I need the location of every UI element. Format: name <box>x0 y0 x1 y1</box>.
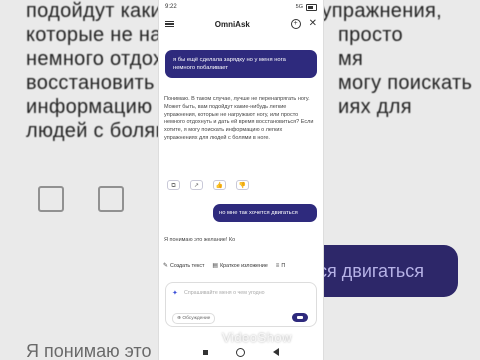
bg-line: немного отдох <box>26 48 164 70</box>
new-chat-icon[interactable]: + <box>290 19 301 29</box>
bg-copy-icon <box>38 186 64 212</box>
copy-icon[interactable]: ⧉ <box>167 180 180 190</box>
battery-icon <box>306 3 317 11</box>
send-icon <box>297 316 303 319</box>
chip-label: Краткое изложение <box>220 262 268 269</box>
hamburger-menu-icon[interactable] <box>165 20 174 28</box>
message-input[interactable]: Спрашивайте меня о чем угодно <box>184 290 265 296</box>
status-icons: 5G <box>295 3 317 11</box>
send-button[interactable] <box>292 313 308 322</box>
assistant-typing-message: Я понимаю это желание! Ко <box>164 237 236 243</box>
search-chip-label: Обсуждение <box>182 316 211 321</box>
message-input-box[interactable]: ✦ Спрашивайте меня о чем угодно ⊕ Обсужд… <box>165 282 317 327</box>
bg-line: людей с болям <box>26 120 170 142</box>
bg-line-right: мя <box>338 48 364 70</box>
signal-indicator: 5G <box>295 4 303 10</box>
user-message: но мне так хочется двигаться <box>213 204 317 222</box>
message-actions: ⧉ ↗ 👍 👎 <box>167 180 249 190</box>
chip-label: Создать текст <box>170 262 205 269</box>
nav-back-icon[interactable] <box>273 348 279 356</box>
bg-bottom-text: Я понимаю это <box>26 341 152 360</box>
status-time: 9:22 <box>165 4 177 10</box>
system-nav-bar <box>159 346 323 358</box>
share-icon[interactable]: ↗ <box>190 180 203 190</box>
document-icon: ▤ <box>212 263 219 269</box>
app-bar: OmniAsk + ✕ <box>159 14 323 34</box>
search-toggle-chip[interactable]: ⊕ Обсуждение <box>172 313 216 324</box>
close-icon[interactable]: ✕ <box>309 19 317 29</box>
assistant-message: Понимаю. В таком случае, лучше не перена… <box>164 96 314 141</box>
globe-icon: ⊕ <box>177 316 182 321</box>
phone-screen: 9:22 5G OmniAsk + ✕ я бы ещё сделала зар… <box>158 0 324 360</box>
summary-chip[interactable]: ▤ Краткое изложение <box>212 262 268 270</box>
more-chip[interactable]: ≡ П <box>276 262 285 269</box>
bg-line-right: иях для <box>338 96 412 118</box>
chip-label: П <box>281 262 286 269</box>
bg-line-right: могу поискать <box>338 72 473 94</box>
bg-line: информацию о <box>26 96 170 118</box>
bg-share-icon <box>98 186 124 212</box>
app-bar-actions: + ✕ <box>290 19 317 29</box>
like-icon[interactable]: 👍 <box>213 180 226 190</box>
sparkle-icon: ✦ <box>172 290 178 297</box>
app-title: OmniAsk <box>214 19 250 29</box>
nav-home-icon[interactable] <box>236 347 245 357</box>
bg-line: восстановить <box>26 72 155 94</box>
bg-line-right: просто <box>338 24 403 46</box>
bg-line: которые не на <box>26 24 162 46</box>
pencil-icon: ✎ <box>163 263 169 269</box>
watermark: VideoShow <box>222 330 293 345</box>
list-icon: ≡ <box>275 262 280 269</box>
suggestion-chips: ✎ Создать текст ▤ Краткое изложение ≡ П <box>163 262 285 270</box>
create-text-chip[interactable]: ✎ Создать текст <box>163 262 205 270</box>
nav-recents-icon[interactable] <box>203 349 208 355</box>
dislike-icon[interactable]: 👎 <box>236 180 249 190</box>
user-message: я бы ещё сделала зарядку но у меня нога … <box>165 50 317 78</box>
status-bar: 9:22 5G <box>159 0 323 14</box>
